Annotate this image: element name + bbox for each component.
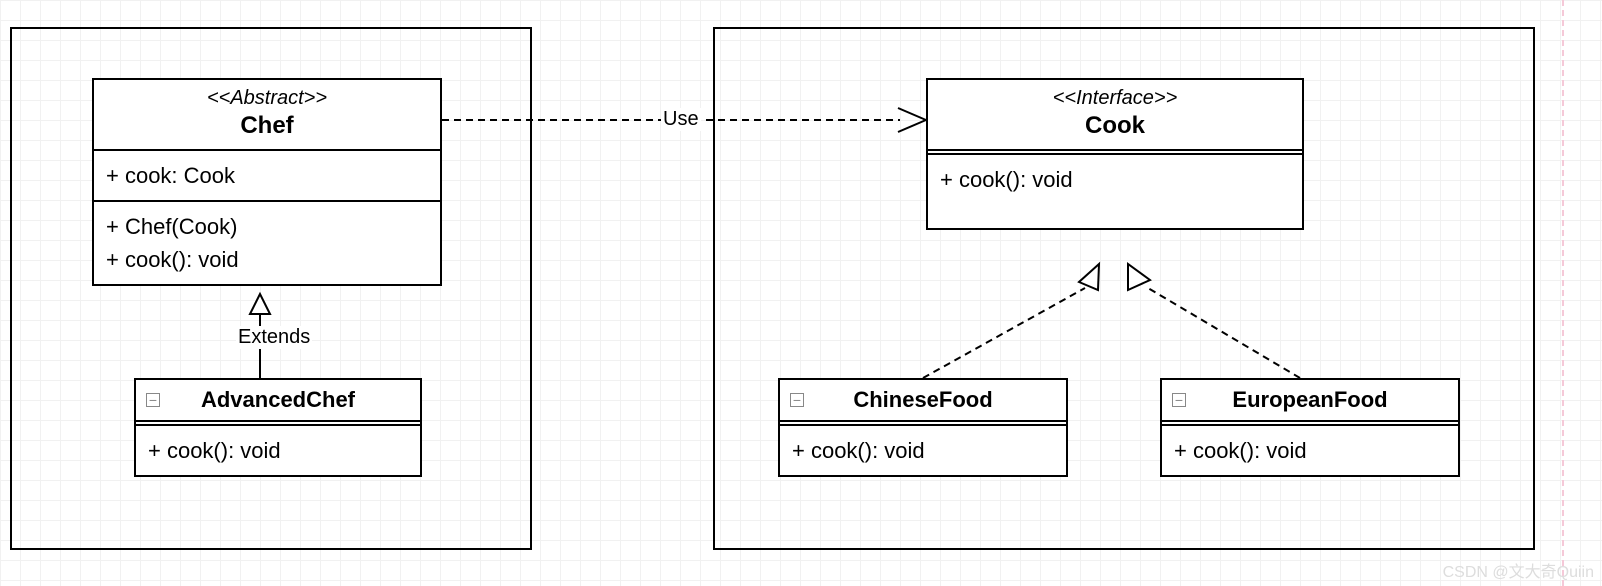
cook-op-0: + cook(): void	[940, 163, 1290, 196]
advanced-chef-operations: + cook(): void	[136, 426, 420, 475]
chef-attributes: + cook: Cook	[94, 151, 440, 202]
cook-header: <<Interface>> Cook	[928, 80, 1302, 151]
collapse-icon[interactable]	[1172, 393, 1186, 407]
use-label: Use	[661, 108, 701, 131]
extends-label: Extends	[236, 326, 312, 349]
interface-cook[interactable]: <<Interface>> Cook + cook(): void	[926, 78, 1304, 230]
european-food-op-0: + cook(): void	[1174, 434, 1446, 467]
cook-name: Cook	[936, 111, 1294, 141]
page-guide	[1562, 0, 1564, 586]
advanced-chef-name: AdvancedChef	[144, 386, 412, 414]
chef-operations: + Chef(Cook) + cook(): void	[94, 202, 440, 284]
chef-name: Chef	[102, 111, 432, 141]
class-chinese-food[interactable]: ChineseFood + cook(): void	[778, 378, 1068, 477]
collapse-icon[interactable]	[790, 393, 804, 407]
chef-op-1: + cook(): void	[106, 243, 428, 276]
class-chef[interactable]: <<Abstract>> Chef + cook: Cook + Chef(Co…	[92, 78, 442, 286]
european-food-header: EuropeanFood	[1162, 380, 1458, 422]
chef-op-0: + Chef(Cook)	[106, 210, 428, 243]
chinese-food-name: ChineseFood	[788, 386, 1058, 414]
european-food-name: EuropeanFood	[1170, 386, 1450, 414]
advanced-chef-op-0: + cook(): void	[148, 434, 408, 467]
chef-stereotype: <<Abstract>>	[102, 86, 432, 111]
class-european-food[interactable]: EuropeanFood + cook(): void	[1160, 378, 1460, 477]
cook-stereotype: <<Interface>>	[936, 86, 1294, 111]
class-advanced-chef[interactable]: AdvancedChef + cook(): void	[134, 378, 422, 477]
cook-operations: + cook(): void	[928, 155, 1302, 228]
chef-attr-0: + cook: Cook	[106, 159, 428, 192]
watermark: CSDN @文大奇Quiin	[1443, 558, 1594, 582]
chinese-food-header: ChineseFood	[780, 380, 1066, 422]
collapse-icon[interactable]	[146, 393, 160, 407]
european-food-operations: + cook(): void	[1162, 426, 1458, 475]
chinese-food-operations: + cook(): void	[780, 426, 1066, 475]
class-chef-header: <<Abstract>> Chef	[94, 80, 440, 151]
chinese-food-op-0: + cook(): void	[792, 434, 1054, 467]
advanced-chef-header: AdvancedChef	[136, 380, 420, 422]
